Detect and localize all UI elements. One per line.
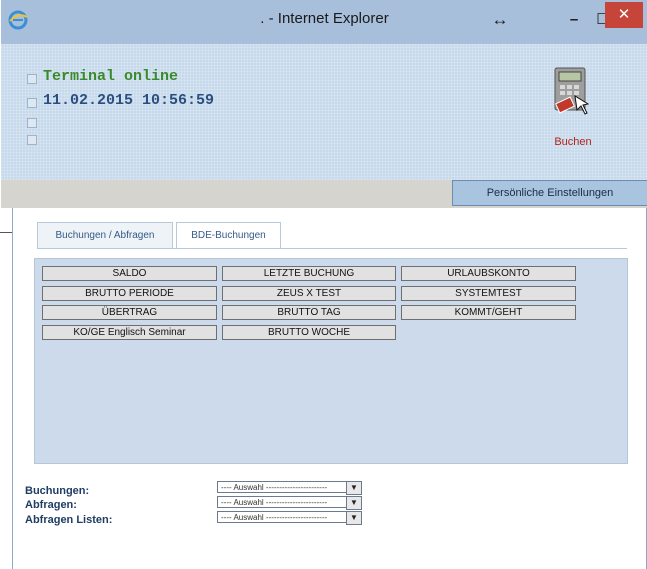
terminal-status: Terminal online xyxy=(43,68,179,85)
kogeh-englisch-seminar-button[interactable]: KO/GE Englisch Seminar xyxy=(42,325,217,340)
empty-bullet-icon-2 xyxy=(27,135,37,145)
tab-bar: Buchungen / Abfragen BDE-Buchungen xyxy=(37,222,627,249)
chevron-down-icon[interactable]: ▼ xyxy=(346,481,362,495)
close-button[interactable]: ✕ xyxy=(605,2,643,28)
uebertrag-button[interactable]: ÜBERTRAG xyxy=(42,305,217,320)
letzte-buchung-button[interactable]: LETZTE BUCHUNG xyxy=(222,266,396,281)
terminal-header: Terminal online 11.02.2015 10:56:59 Buch… xyxy=(1,44,647,180)
abfragen-listen-select-value: ---- Auswahl ----------------------- xyxy=(221,513,328,522)
systemtest-button[interactable]: SYSTEMTEST xyxy=(401,286,576,301)
book-label[interactable]: Buchen xyxy=(545,136,601,148)
current-datetime: 11.02.2015 10:56:59 xyxy=(43,92,215,109)
saldo-button[interactable]: SALDO xyxy=(42,266,217,281)
urlaubskonto-button[interactable]: URLAUBSKONTO xyxy=(401,266,576,281)
brutto-tag-button[interactable]: BRUTTO TAG xyxy=(222,305,396,320)
tab-buchungen-abfragen[interactable]: Buchungen / Abfragen xyxy=(37,222,173,248)
button-panel: SALDO LETZTE BUCHUNG URLAUBSKONTO BRUTTO… xyxy=(34,258,628,464)
chevron-down-icon[interactable]: ▼ xyxy=(346,496,362,510)
abfragen-listen-select[interactable]: ---- Auswahl ----------------------- ▼ xyxy=(217,511,362,525)
buchungen-select[interactable]: ---- Auswahl ----------------------- ▼ xyxy=(217,481,362,495)
brutto-periode-button[interactable]: BRUTTO PERIODE xyxy=(42,286,217,301)
date-bullet-icon xyxy=(27,98,37,108)
window-title: . - Internet Explorer xyxy=(260,10,389,27)
buchungen-select-value: ---- Auswahl ----------------------- xyxy=(221,483,328,492)
title-bar: . - Internet Explorer ↔ – ☐ ✕ xyxy=(1,0,647,44)
brutto-woche-button[interactable]: BRUTTO WOCHE xyxy=(222,325,396,340)
status-bullet-icon xyxy=(27,74,37,84)
resize-icon[interactable]: ↔ xyxy=(486,8,514,34)
empty-bullet-icon xyxy=(27,118,37,128)
chevron-down-icon[interactable]: ▼ xyxy=(346,511,362,525)
buchungen-label: Buchungen: xyxy=(25,485,90,497)
minimize-button[interactable]: – xyxy=(561,8,587,34)
booking-terminal-icon[interactable] xyxy=(553,66,589,118)
abfragen-listen-label: Abfragen Listen: xyxy=(25,514,113,526)
abfragen-select[interactable]: ---- Auswahl ----------------------- ▼ xyxy=(217,496,362,510)
tab-bde-buchungen[interactable]: BDE-Buchungen xyxy=(176,222,281,248)
frame-line-left xyxy=(0,232,12,233)
browser-window: . - Internet Explorer ↔ – ☐ ✕ Terminal o… xyxy=(1,0,647,569)
kommt-geht-button[interactable]: KOMMT/GEHT xyxy=(401,305,576,320)
abfragen-label: Abfragen: xyxy=(25,499,77,511)
abfragen-select-value: ---- Auswahl ----------------------- xyxy=(221,498,328,507)
zeus-x-test-button[interactable]: ZEUS X TEST xyxy=(222,286,396,301)
personal-settings-button[interactable]: Persönliche Einstellungen xyxy=(452,180,647,206)
